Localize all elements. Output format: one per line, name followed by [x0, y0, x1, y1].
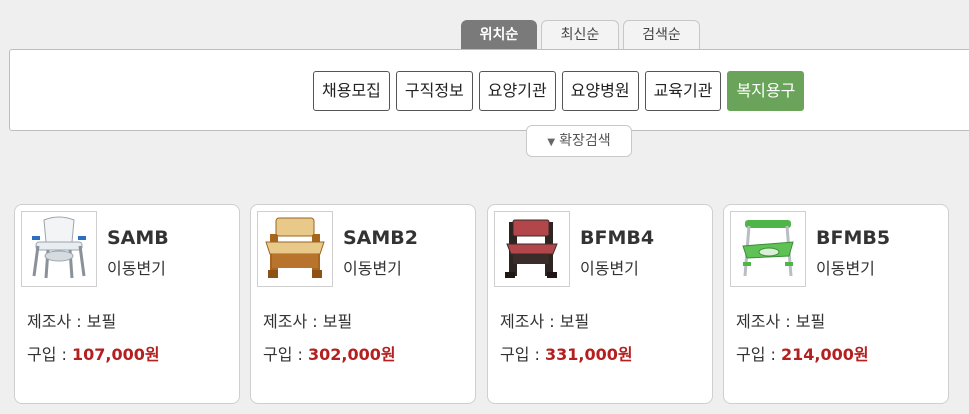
- product-price-row: 구입 : 214,000원: [736, 341, 869, 365]
- product-price: 107,000원: [72, 345, 160, 364]
- product-price: 302,000원: [308, 345, 396, 364]
- price-label: 구입 :: [736, 345, 782, 364]
- category-button-education[interactable]: 교육기관: [644, 71, 722, 111]
- category-button-care-facility[interactable]: 요양기관: [478, 71, 556, 111]
- sort-tabs: 위치순 최신순 검색순: [461, 20, 700, 50]
- category-button-job-seeking[interactable]: 구직정보: [395, 71, 473, 111]
- tab-sort-search[interactable]: 검색순: [623, 20, 700, 50]
- product-price: 331,000원: [545, 345, 633, 364]
- tab-sort-location[interactable]: 위치순: [461, 20, 537, 50]
- product-price: 214,000원: [781, 345, 869, 364]
- product-list: SAMB 이동변기 제조사 : 보필 구입 : 107,000원 SAMB2 이…: [0, 178, 969, 414]
- search-header: 위치순 최신순 검색순 채용모집 구직정보 요양기관 요양병원 교육기관 복지용…: [0, 0, 969, 178]
- category-buttons: 채용모집 구직정보 요양기관 요양병원 교육기관 복지용구: [313, 71, 805, 111]
- product-name: BFMB5: [816, 227, 891, 249]
- price-label: 구입 :: [27, 345, 73, 364]
- product-maker: 제조사 : 보필: [263, 312, 353, 331]
- category-button-recruit[interactable]: 채용모집: [313, 71, 390, 111]
- caret-down-icon: ▼: [547, 137, 556, 148]
- product-image-folding-commode: [21, 211, 97, 287]
- product-category: 이동변기: [343, 259, 402, 278]
- price-label: 구입 :: [500, 345, 546, 364]
- product-name: SAMB2: [343, 227, 418, 249]
- tab-sort-latest[interactable]: 최신순: [541, 20, 619, 50]
- category-filter-panel: 채용모집 구직정보 요양기관 요양병원 교육기관 복지용구: [9, 49, 969, 131]
- product-category: 이동변기: [816, 259, 875, 278]
- product-card[interactable]: SAMB 이동변기 제조사 : 보필 구입 : 107,000원: [14, 204, 240, 404]
- product-image-wooden-commode: [257, 211, 333, 287]
- product-image-green-commode: [730, 211, 806, 287]
- product-card[interactable]: SAMB2 이동변기 제조사 : 보필 구입 : 302,000원: [250, 204, 476, 404]
- product-maker: 제조사 : 보필: [500, 312, 590, 331]
- product-card[interactable]: BFMB4 이동변기 제조사 : 보필 구입 : 331,000원: [487, 204, 713, 404]
- product-maker: 제조사 : 보필: [27, 312, 117, 331]
- expand-search-label: 확장검색: [559, 133, 611, 149]
- category-button-care-hospital[interactable]: 요양병원: [561, 71, 639, 111]
- product-category: 이동변기: [107, 259, 166, 278]
- category-button-welfare-equipment[interactable]: 복지용구: [727, 71, 805, 111]
- product-price-row: 구입 : 302,000원: [263, 341, 396, 365]
- product-maker: 제조사 : 보필: [736, 312, 826, 331]
- product-card[interactable]: BFMB5 이동변기 제조사 : 보필 구입 : 214,000원: [723, 204, 949, 404]
- product-price-row: 구입 : 107,000원: [27, 341, 160, 365]
- product-price-row: 구입 : 331,000원: [500, 341, 633, 365]
- expand-search-button[interactable]: ▼ 확장검색: [526, 125, 632, 157]
- product-category: 이동변기: [580, 259, 639, 278]
- product-image-dark-commode: [494, 211, 570, 287]
- price-label: 구입 :: [263, 345, 309, 364]
- product-name: BFMB4: [580, 227, 655, 249]
- product-name: SAMB: [107, 227, 169, 249]
